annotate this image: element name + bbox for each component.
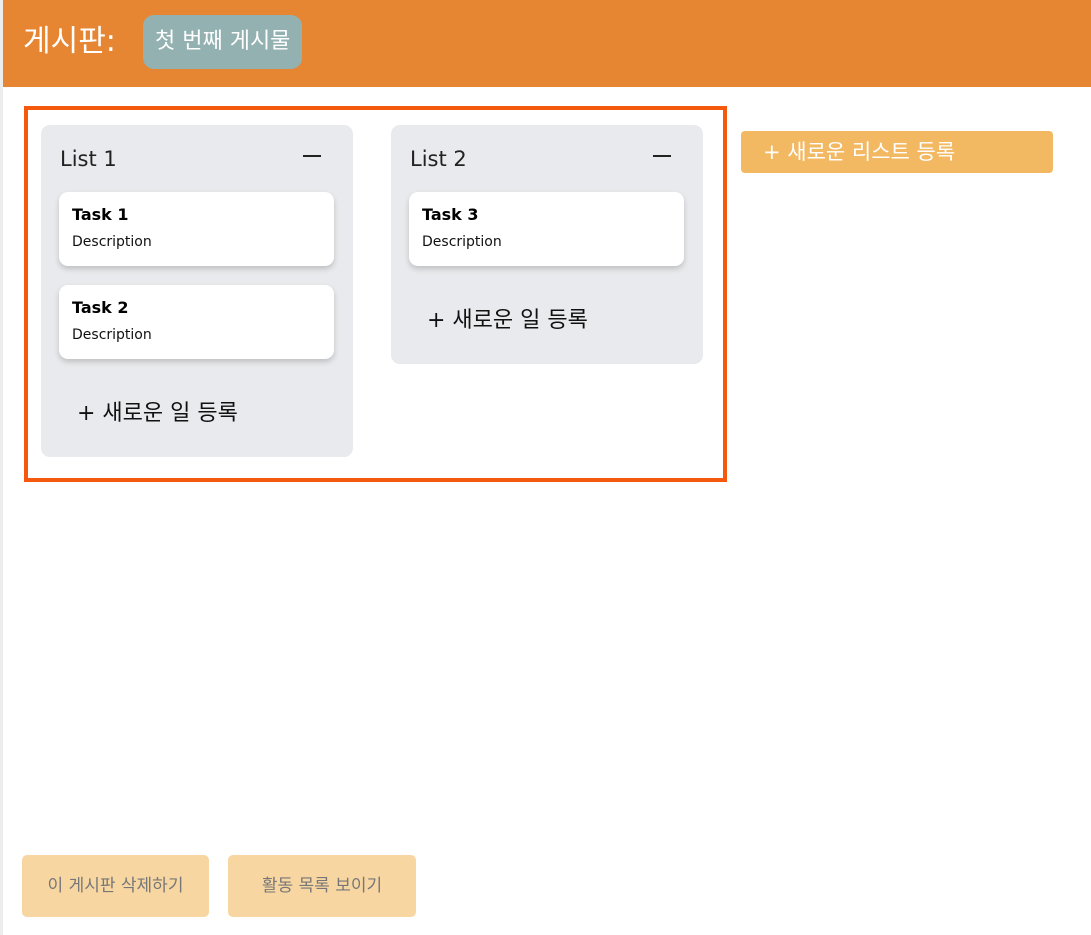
board-label: 게시판: xyxy=(23,24,116,59)
task-title: Task 3 xyxy=(422,205,479,224)
task-card[interactable]: Task 2 Description xyxy=(59,285,334,359)
list-title[interactable]: List 2 xyxy=(410,145,467,173)
task-card[interactable]: Task 3 Description xyxy=(409,192,684,266)
task-description: Description xyxy=(72,327,152,343)
list-title[interactable]: List 1 xyxy=(60,145,117,173)
add-task-button[interactable]: + 새로운 일 등록 xyxy=(77,395,238,427)
minus-icon[interactable] xyxy=(653,155,671,157)
delete-board-button[interactable]: 이 게시판 삭제하기 xyxy=(22,855,209,917)
task-description: Description xyxy=(72,234,152,250)
task-card[interactable]: Task 1 Description xyxy=(59,192,334,266)
board-title-button[interactable]: 첫 번째 게시물 xyxy=(143,15,303,69)
list-column: List 2 Task 3 Description + 새로운 일 등록 xyxy=(391,125,703,364)
board-header: 게시판: 첫 번째 게시물 xyxy=(3,0,1091,87)
list-column: List 1 Task 1 Description Task 2 Descrip… xyxy=(41,125,353,457)
task-title: Task 2 xyxy=(72,298,129,317)
minus-icon[interactable] xyxy=(303,155,321,157)
add-task-button[interactable]: + 새로운 일 등록 xyxy=(427,302,588,334)
left-border xyxy=(0,0,3,935)
add-list-button[interactable]: + 새로운 리스트 등록 xyxy=(741,131,1053,173)
task-description: Description xyxy=(422,234,502,250)
task-title: Task 1 xyxy=(72,205,129,224)
show-activity-button[interactable]: 활동 목록 보이기 xyxy=(228,855,416,917)
